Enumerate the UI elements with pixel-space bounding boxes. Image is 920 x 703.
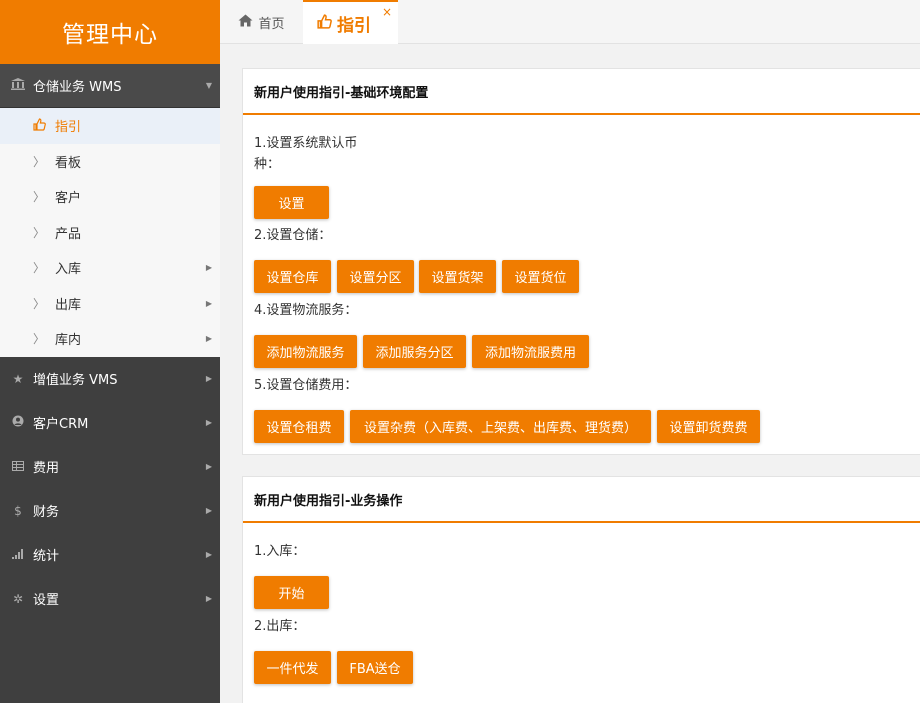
- step-label: 种：: [254, 157, 281, 172]
- set-location-button[interactable]: 设置货位: [502, 260, 579, 293]
- home-icon: [238, 13, 253, 31]
- gear-icon: ✲: [12, 591, 24, 606]
- menu-vms[interactable]: ★ 增值业务 VMS ▶: [0, 356, 220, 401]
- step-label: 5.设置仓储费用：: [254, 378, 358, 393]
- tab-guide[interactable]: 指引 ×: [303, 0, 398, 44]
- sidebar-item-outbound[interactable]: 〉 出库 ▶: [0, 286, 220, 322]
- sidebar-item-label: 库内: [55, 333, 82, 349]
- menu-fees[interactable]: 费用 ▶: [0, 444, 220, 489]
- step-label: 1.入库：: [254, 544, 306, 559]
- set-warehouse-button[interactable]: 设置仓库: [254, 260, 331, 293]
- set-zone-button[interactable]: 设置分区: [337, 260, 414, 293]
- menu-crm[interactable]: 客户CRM ▶: [0, 400, 220, 445]
- tab-bar: 首页 指引 ×: [220, 0, 920, 44]
- set-currency-button[interactable]: 设置: [254, 186, 329, 219]
- close-icon[interactable]: ×: [382, 5, 392, 19]
- chevron-right-icon: 〉: [32, 154, 45, 169]
- panel-title: 新用户使用指引-基础环境配置: [243, 69, 920, 115]
- panel-business-operations: 新用户使用指引-业务操作 1.入库： 开始 2.出库： 一件代发 FBA送仓: [242, 476, 920, 703]
- set-shelf-button[interactable]: 设置货架: [419, 260, 496, 293]
- sidebar-item-guide[interactable]: 指引: [0, 108, 220, 144]
- menu-label: 设置: [33, 593, 60, 608]
- sidebar: 管理中心 仓储业务 WMS ▼ 指引 〉 看板 〉 客户 〉 产品 〉 入库 ▶…: [0, 0, 220, 703]
- set-unloading-fee-button[interactable]: 设置卸货费费: [657, 410, 760, 443]
- sidebar-item-inbound[interactable]: 〉 入库 ▶: [0, 250, 220, 286]
- chevron-right-icon: 〉: [32, 296, 45, 311]
- user-circle-icon: [10, 415, 26, 430]
- chevron-right-icon: 〉: [32, 261, 45, 276]
- brand-title: 管理中心: [0, 0, 220, 64]
- caret-right-icon: ▶: [205, 462, 213, 471]
- caret-right-icon: ▶: [205, 334, 213, 344]
- menu-label: 统计: [33, 549, 60, 564]
- fba-shipment-button[interactable]: FBA送仓: [337, 651, 413, 684]
- chevron-right-icon: 〉: [32, 190, 45, 205]
- table-icon: [10, 460, 26, 474]
- menu-wms-label: 仓储业务 WMS: [33, 80, 122, 95]
- bar-chart-icon: [10, 548, 26, 562]
- caret-right-icon: ▶: [205, 594, 213, 603]
- thumbs-up-icon: [317, 13, 332, 33]
- thumbs-up-icon: [32, 118, 46, 134]
- step-label: 2.设置仓储：: [254, 228, 332, 243]
- menu-wms[interactable]: 仓储业务 WMS ▼: [0, 64, 220, 108]
- menu-stats[interactable]: 统计 ▶: [0, 532, 220, 577]
- sidebar-item-label: 产品: [55, 226, 82, 242]
- star-icon: ★: [12, 371, 24, 386]
- wms-submenu: 指引 〉 看板 〉 客户 〉 产品 〉 入库 ▶ 〉 出库 ▶ 〉 库内 ▶: [0, 108, 220, 357]
- sidebar-item-product[interactable]: 〉 产品: [0, 215, 220, 251]
- caret-right-icon: ▶: [205, 374, 213, 383]
- caret-down-icon: ▼: [205, 81, 213, 90]
- start-inbound-button[interactable]: 开始: [254, 576, 329, 609]
- bank-icon: [10, 78, 26, 93]
- sidebar-item-label: 入库: [55, 262, 82, 278]
- dropship-button[interactable]: 一件代发: [254, 651, 331, 684]
- menu-settings[interactable]: ✲ 设置 ▶: [0, 576, 220, 621]
- caret-right-icon: ▶: [205, 506, 213, 515]
- step-label: 1.设置系统默认币: [254, 136, 358, 151]
- caret-right-icon: ▶: [205, 550, 213, 559]
- menu-finance[interactable]: $ 财务 ▶: [0, 488, 220, 533]
- set-misc-fees-button[interactable]: 设置杂费（入库费、上架费、出库费、理货费）: [350, 410, 651, 443]
- dollar-icon: $: [14, 503, 22, 518]
- sidebar-item-label: 指引: [55, 120, 82, 136]
- panel-basic-config: 新用户使用指引-基础环境配置 1.设置系统默认币 种： 设置 2.设置仓储： 设…: [242, 68, 920, 455]
- caret-right-icon: ▶: [205, 298, 213, 308]
- sidebar-item-inventory[interactable]: 〉 库内 ▶: [0, 321, 220, 357]
- caret-right-icon: ▶: [205, 418, 213, 427]
- menu-label: 费用: [33, 461, 60, 476]
- set-storage-rent-button[interactable]: 设置仓租费: [254, 410, 344, 443]
- chevron-right-icon: 〉: [32, 332, 45, 347]
- sidebar-item-customer[interactable]: 〉 客户: [0, 179, 220, 215]
- sidebar-item-label: 出库: [55, 297, 82, 313]
- add-service-zone-button[interactable]: 添加服务分区: [363, 335, 466, 368]
- caret-right-icon: ▶: [205, 263, 213, 273]
- tab-guide-label: 指引: [337, 15, 371, 36]
- tab-home[interactable]: 首页: [220, 0, 303, 44]
- menu-label: 财务: [33, 505, 60, 520]
- add-logistics-fee-button[interactable]: 添加物流服费用: [472, 335, 589, 368]
- menu-label: 增值业务 VMS: [33, 373, 118, 388]
- add-logistics-service-button[interactable]: 添加物流服务: [254, 335, 357, 368]
- sidebar-item-dashboard[interactable]: 〉 看板: [0, 144, 220, 180]
- panel-title: 新用户使用指引-业务操作: [243, 477, 920, 523]
- sidebar-item-label: 看板: [55, 155, 82, 171]
- menu-label: 客户CRM: [33, 417, 89, 432]
- step-label: 2.出库：: [254, 619, 306, 634]
- tab-home-label: 首页: [258, 16, 285, 32]
- step-label: 4.设置物流服务：: [254, 303, 358, 318]
- chevron-right-icon: 〉: [32, 225, 45, 240]
- sidebar-item-label: 客户: [55, 191, 82, 207]
